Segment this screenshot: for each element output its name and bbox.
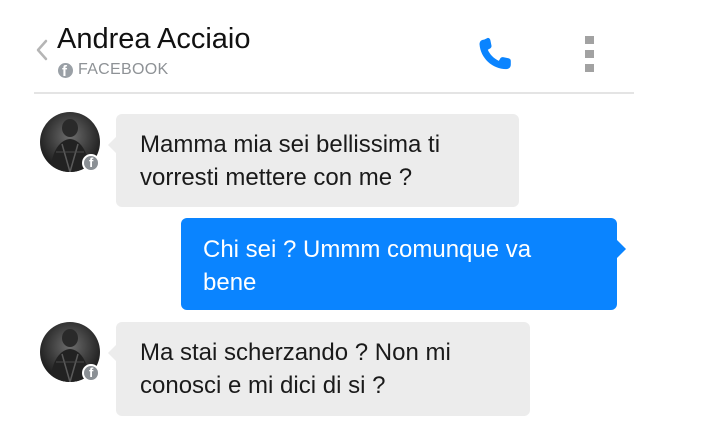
message-bubble-incoming[interactable]: Mamma mia sei bellissima ti vorresti met… (108, 114, 519, 207)
more-options-button[interactable] (578, 34, 602, 74)
facebook-icon (58, 62, 73, 78)
message-bubble-incoming[interactable]: Ma stai scherzando ? Non mi conosci e mi… (108, 322, 530, 416)
phone-icon (479, 37, 511, 70)
message-text: Mamma mia sei bellissima ti vorresti met… (140, 131, 441, 191)
conversation-header: Andrea Acciaio FACEBOOK (0, 0, 725, 94)
avatar[interactable] (40, 322, 100, 382)
bubble-tail (617, 240, 626, 258)
message-text: Ma stai scherzando ? Non mi conosci e mi… (140, 339, 451, 399)
back-chevron-icon[interactable] (34, 38, 50, 62)
header-divider (34, 92, 634, 94)
facebook-badge-icon (82, 364, 100, 382)
call-button[interactable] (472, 34, 518, 74)
more-vertical-icon (585, 50, 594, 58)
contact-name[interactable]: Andrea Acciaio (57, 22, 250, 56)
source-label: FACEBOOK (78, 61, 169, 78)
bubble-tail (108, 344, 117, 362)
more-vertical-icon (585, 64, 594, 72)
bubble-tail (108, 136, 117, 154)
avatar[interactable] (40, 112, 100, 172)
facebook-badge-icon (82, 154, 100, 172)
message-text: Chi sei ? Ummm comunque va bene (203, 236, 532, 296)
message-source: FACEBOOK (58, 61, 168, 79)
message-bubble-outgoing[interactable]: Chi sei ? Ummm comunque va bene (181, 218, 626, 310)
more-vertical-icon (585, 36, 594, 44)
